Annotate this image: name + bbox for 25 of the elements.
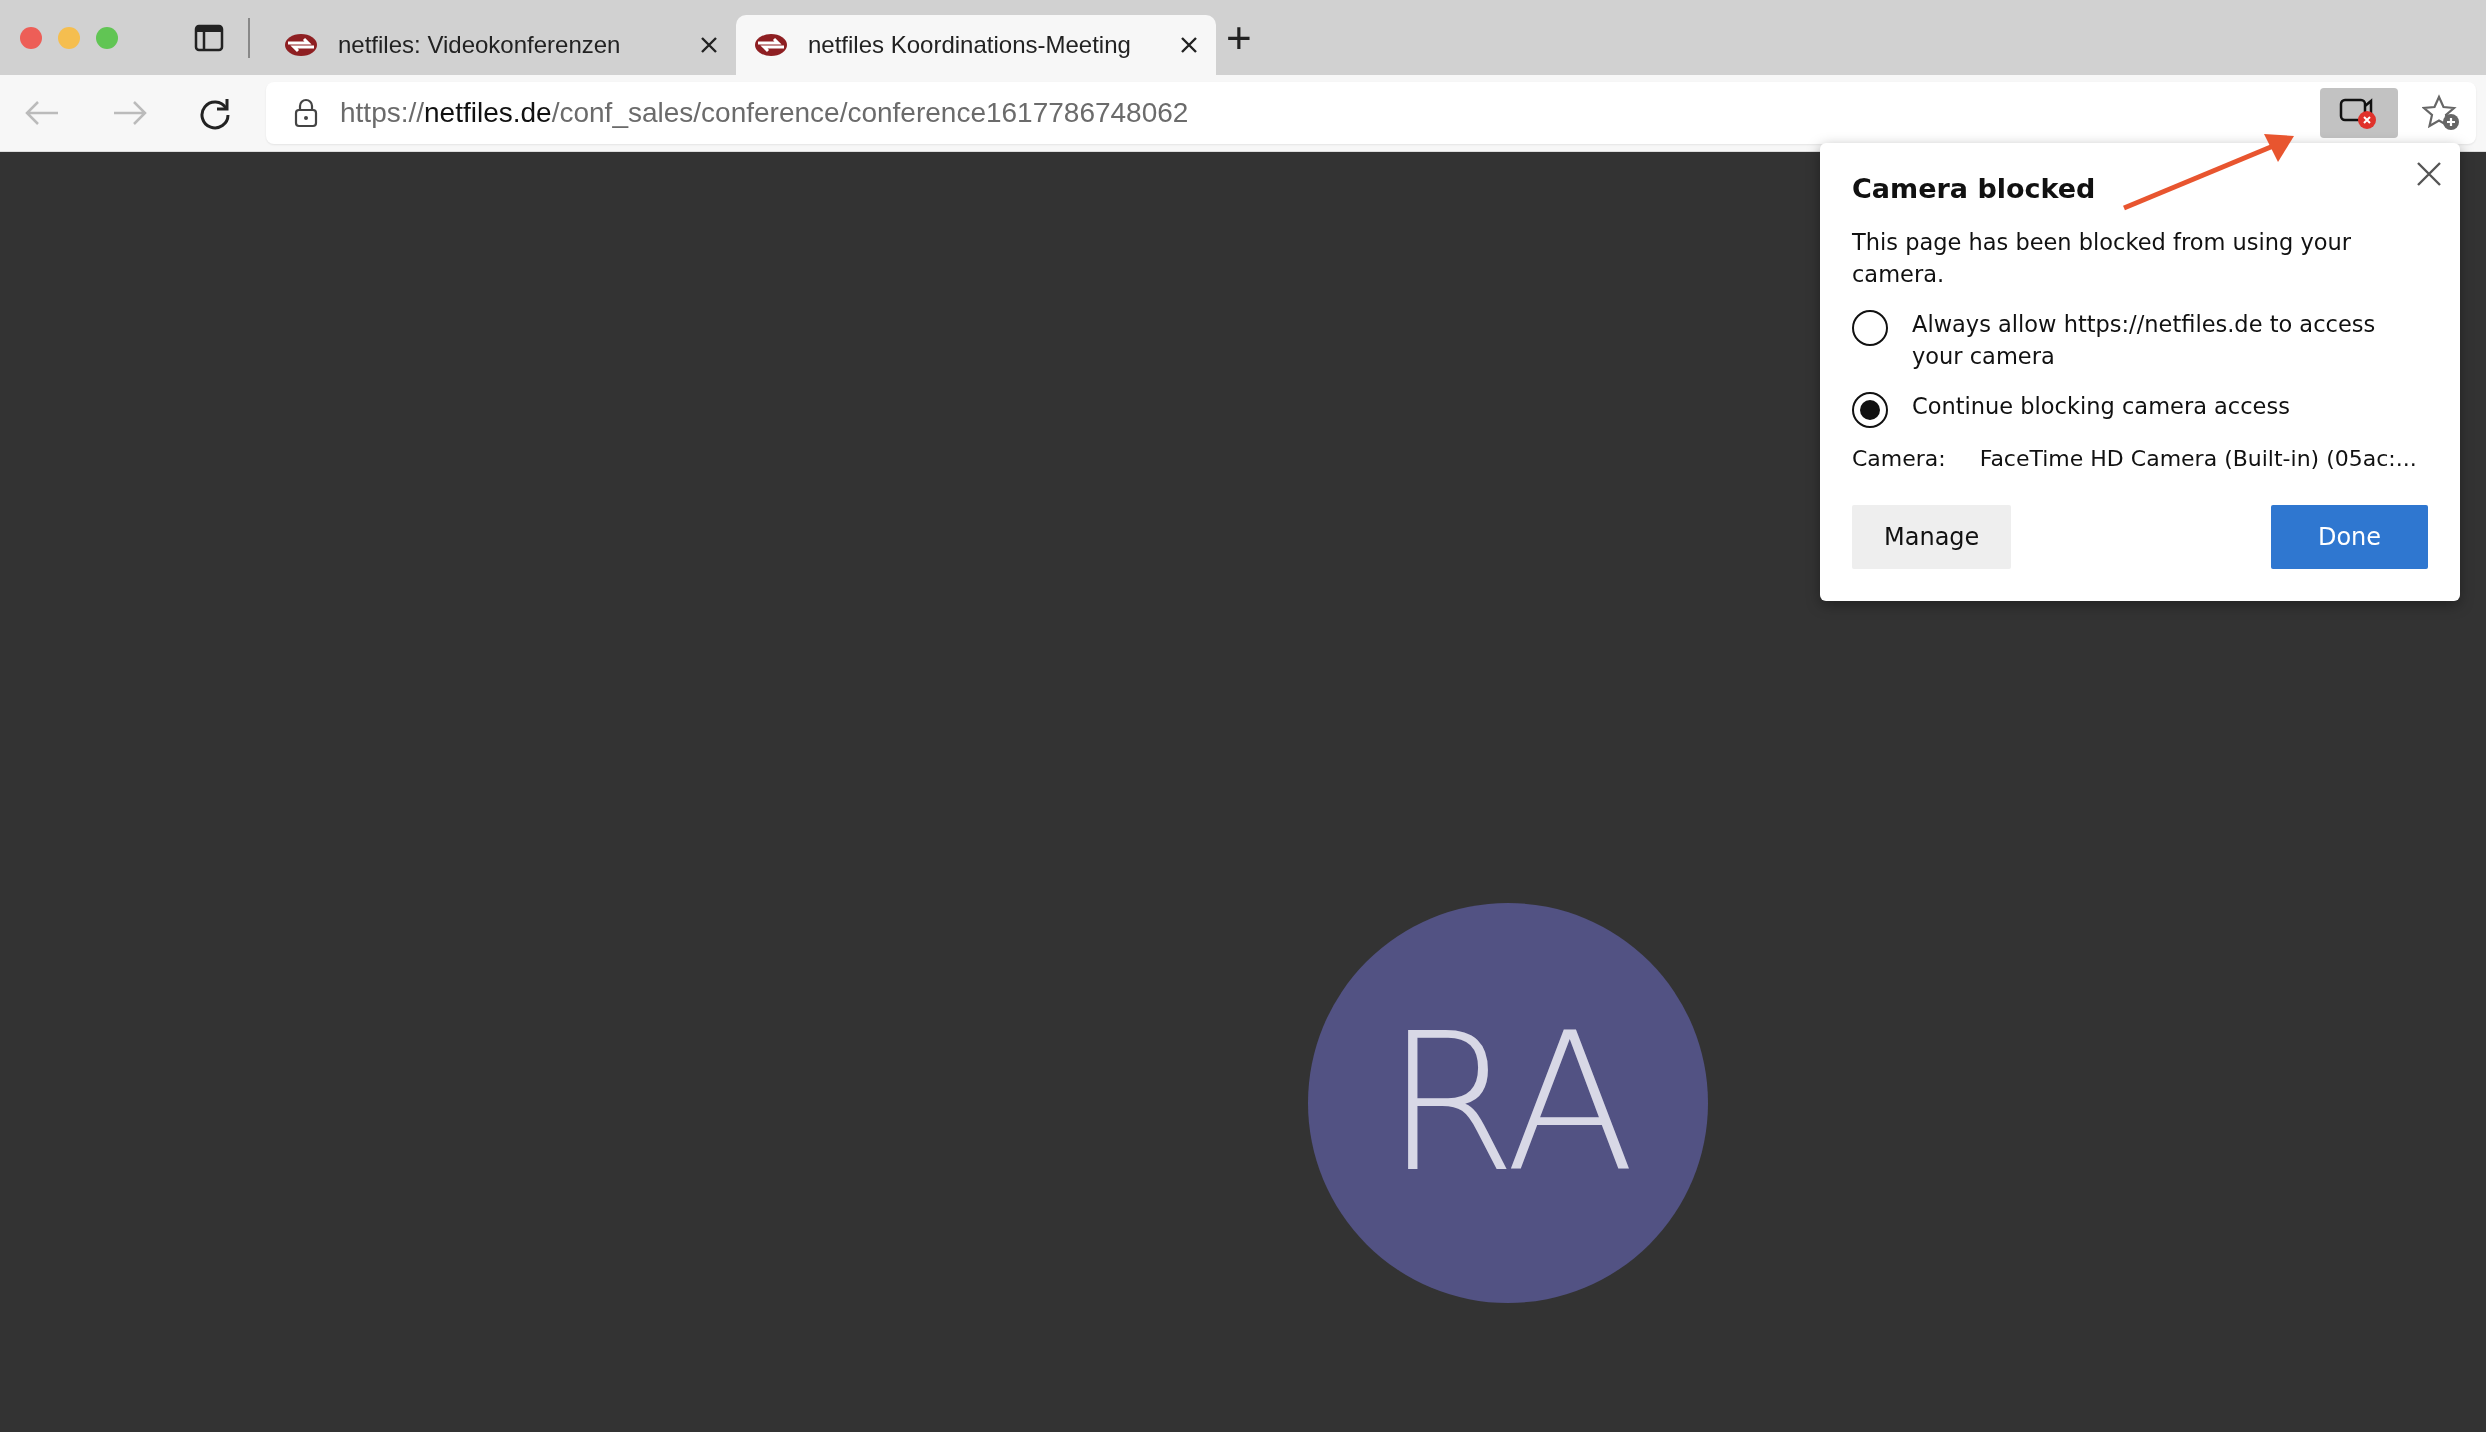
url-text: https://netfiles.de/conf_sales/conference/conference1617786748062 [340, 97, 1190, 129]
avatar-initials: RA [1384, 992, 1632, 1214]
camera-blocked-icon [2339, 96, 2379, 130]
close-icon[interactable] [2416, 161, 2442, 187]
sidebar-icon[interactable] [194, 23, 224, 52]
add-favorite-icon[interactable] [2422, 94, 2462, 132]
logo-icon [284, 33, 318, 57]
logo-icon [754, 33, 788, 57]
option-label: Continue blocking camera access [1912, 392, 2290, 421]
camera-label: Camera: [1852, 446, 1946, 471]
manage-button[interactable]: Manage [1852, 505, 2012, 569]
done-button[interactable]: Done [2271, 505, 2428, 569]
camera-blocked-button[interactable] [2320, 88, 2398, 138]
radio-button[interactable] [1852, 392, 1888, 428]
browser-tab[interactable]: netfiles: Videokonferenzen [266, 15, 736, 75]
popup-title: Camera blocked [1852, 173, 2097, 204]
address-field[interactable]: https://netfiles.de/conf_sales/conference/conference1617786748062 [266, 82, 2476, 144]
popup-message: This page has been blocked from using your camera. [1852, 228, 2352, 289]
reload-icon[interactable] [198, 96, 232, 130]
camera-name: FaceTime HD Camera (Built-in) (05ac:... [1979, 446, 2417, 471]
lock-icon [294, 98, 318, 128]
radio-button[interactable] [1852, 310, 1888, 346]
browser-tab[interactable]: netfiles Koordinations-Meeting [736, 15, 1216, 75]
new-tab-button[interactable]: + [1226, 12, 1252, 63]
option-label: Always allow https://netfiles.de to access your camera [1912, 310, 2377, 371]
